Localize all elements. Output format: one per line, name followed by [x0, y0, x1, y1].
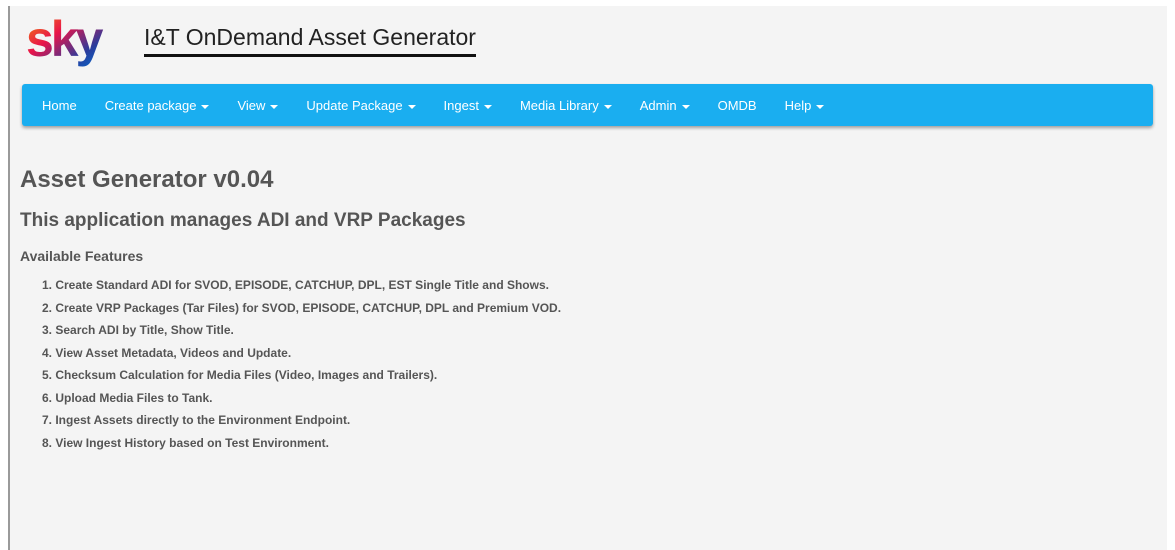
main-content: Asset Generator v0.04 This application m… [20, 166, 1150, 458]
feature-item: 7. Ingest Assets directly to the Environ… [42, 413, 351, 427]
nav-item-label: Ingest [443, 97, 479, 113]
nav-item-label: Media Library [519, 97, 599, 113]
nav-item-ingest[interactable]: Ingest [434, 84, 502, 126]
caret-down-icon [816, 104, 825, 109]
main-navbar: Home Create package View Update Package Inge… [22, 84, 1153, 126]
nav-item-create-package[interactable]: Create package [95, 84, 220, 126]
page-subtitle: This application manages ADI and VRP Pac… [20, 210, 466, 231]
caret-down-icon [201, 104, 210, 109]
nav-item-help[interactable]: Help [775, 84, 835, 126]
nav-item-admin[interactable]: Admin [630, 84, 700, 126]
nav-item-label: Update Package [306, 97, 403, 113]
logo-text: sky [26, 12, 104, 67]
nav-item-label: View [237, 97, 266, 113]
feature-item: 2. Create VRP Packages (Tar Files) for S… [42, 300, 562, 315]
nav-item-update-package[interactable]: Update Package [296, 84, 425, 126]
caret-down-icon [483, 104, 492, 109]
feature-item: 5. Checksum Calculation for Media Files … [42, 368, 438, 382]
feature-list: 1. Create Standard ADI for SVOD, EPISODE… [20, 278, 1150, 458]
nav-item-label: OMDB [717, 97, 757, 113]
nav-item-view[interactable]: View [227, 84, 288, 126]
nav-item-label: Admin [639, 97, 677, 113]
feature-item: 1. Create Standard ADI for SVOD, EPISODE… [42, 278, 549, 292]
sky-logo: sky [26, 12, 107, 67]
header: sky I&T OnDemand Asset Generator [18, 10, 718, 74]
feature-item: 3. Search ADI by Title, Show Title. [42, 323, 234, 337]
nav-item-omdb[interactable]: OMDB [708, 84, 767, 126]
nav-item-media-library[interactable]: Media Library [510, 84, 622, 126]
caret-down-icon [603, 104, 612, 109]
nav-item-home[interactable]: Home [22, 84, 87, 126]
nav-item-label: Home [42, 97, 77, 113]
page-title: Asset Generator v0.04 [20, 166, 274, 193]
feature-item: 8. View Ingest History based on Test Env… [42, 435, 329, 450]
feature-item: 4. View Asset Metadata, Videos and Updat… [42, 345, 292, 360]
feature-item: 6. Upload Media Files to Tank. [42, 390, 213, 405]
page-container: sky I&T OnDemand Asset Generator Home Cre… [8, 6, 1167, 550]
caret-down-icon [681, 104, 690, 109]
nav-item-label: Create package [104, 97, 197, 113]
caret-down-icon [407, 104, 416, 109]
caret-down-icon [270, 104, 279, 109]
features-heading: Available Features [20, 248, 144, 264]
app-title: I&T OnDemand Asset Generator [144, 24, 476, 57]
nav-item-label: Help [784, 97, 812, 113]
